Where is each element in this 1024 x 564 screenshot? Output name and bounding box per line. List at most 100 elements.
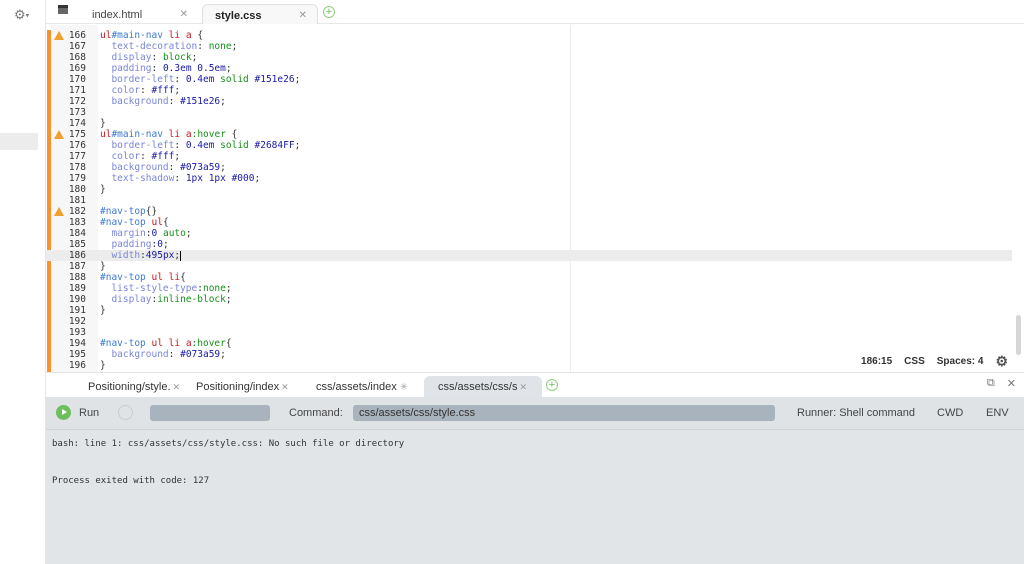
code-token: background	[111, 162, 169, 173]
status-bar: 186:15 CSS Spaces: 4 ⚙	[861, 353, 1008, 370]
code-token: ;	[254, 173, 261, 184]
tab-index-html[interactable]: index.html ✕	[80, 4, 198, 24]
code-token: ;	[185, 228, 192, 239]
line-number: 181	[68, 195, 86, 206]
code-token: :hover	[191, 338, 226, 349]
console-tab-active[interactable]: css/assets/css/s ✕	[424, 376, 542, 398]
maximize-icon[interactable]: ⧉	[987, 377, 995, 390]
line-text: }	[100, 261, 106, 272]
code-line[interactable]: 172 background: #151e26;	[46, 96, 1012, 107]
code-line[interactable]: 177 color: #fff;	[46, 151, 1012, 162]
language-mode[interactable]: CSS	[904, 356, 925, 367]
code-token: padding	[111, 239, 152, 250]
close-icon[interactable]: ✕	[519, 382, 527, 392]
code-token: ;	[174, 85, 181, 96]
code-line[interactable]: 181	[46, 195, 1012, 206]
code-token: ;	[220, 349, 226, 360]
code-line[interactable]: 185 padding:0;	[46, 239, 1012, 250]
close-icon[interactable]: ✕	[281, 382, 289, 392]
code-line[interactable]: 176 border-left: 0.4em solid #2684FF;	[46, 140, 1012, 151]
code-line[interactable]: 178 background: #073a59;	[46, 162, 1012, 173]
command-input[interactable]: css/assets/css/style.css	[353, 405, 775, 421]
line-text: width:495px;	[100, 250, 182, 261]
code-line[interactable]: 186 width:495px;	[46, 250, 1012, 261]
new-terminal-plus-icon[interactable]: +	[546, 379, 558, 391]
line-number: 175	[68, 129, 86, 140]
close-icon[interactable]: ✕	[180, 9, 188, 20]
cursor-position[interactable]: 186:15	[861, 356, 892, 367]
code-token: :	[151, 52, 163, 63]
new-tab-plus-icon[interactable]: +	[323, 6, 335, 18]
code-token: {}	[145, 206, 158, 217]
cwd-button[interactable]: CWD	[937, 407, 963, 419]
output-line: bash: line 1: css/assets/css/style.css: …	[52, 439, 405, 449]
line-text: background: #073a59;	[100, 349, 226, 360]
settings-gear-icon[interactable]: ⚙▾	[14, 7, 29, 23]
code-line[interactable]: 188 #nav-top ul li{	[46, 272, 1012, 283]
gear-icon[interactable]: ⚙	[995, 353, 1008, 370]
code-line[interactable]: 191}	[46, 305, 1012, 316]
code-token: :	[168, 96, 181, 107]
code-line[interactable]: 174}	[46, 118, 1012, 129]
code-lines[interactable]: 166 ul#main-nav li a {167 text-decoration…	[46, 30, 1012, 371]
tab-style-css[interactable]: style.css ✕	[202, 4, 318, 24]
code-token: solid	[220, 74, 249, 85]
code-line[interactable]: 189 list-style-type:none;	[46, 283, 1012, 294]
sidebar-selected-item[interactable]	[0, 133, 38, 150]
code-line[interactable]: 166 ul#main-nav li a {	[46, 30, 1012, 41]
code-line[interactable]: 170 border-left: 0.4em solid #151e26;	[46, 74, 1012, 85]
close-icon[interactable]: ✕	[299, 10, 307, 21]
code-token: }	[100, 184, 106, 195]
runner-select[interactable]: Runner: Shell command	[797, 407, 915, 419]
line-text: list-style-type:none;	[100, 283, 231, 294]
editor-scrollbar[interactable]	[1016, 315, 1021, 355]
code-token: :hover	[191, 129, 226, 140]
code-line[interactable]: 183 #nav-top ul{	[46, 217, 1012, 228]
code-token: ul	[100, 30, 112, 41]
terminal-output[interactable]: bash: line 1: css/assets/css/style.css: …	[46, 430, 1024, 564]
env-button[interactable]: ENV	[986, 407, 1009, 419]
run-button[interactable]: Run	[56, 405, 99, 420]
line-text: border-left: 0.4em solid #151e26;	[100, 74, 300, 85]
line-text: ul#main-nav li a {	[100, 30, 203, 41]
code-token: background	[111, 96, 169, 107]
console-tab[interactable]: Positioning/index ✕	[182, 376, 302, 398]
code-line[interactable]: 193	[46, 327, 1012, 338]
code-token: #fff	[151, 85, 175, 96]
line-number: 179	[68, 173, 86, 184]
code-line[interactable]: 169 padding: 0.3em 0.5em;	[46, 63, 1012, 74]
line-number: 174	[68, 118, 86, 129]
console-tab[interactable]: Positioning/style. ✕	[74, 376, 192, 398]
line-text: background: #073a59;	[100, 162, 225, 173]
restart-icon[interactable]	[118, 405, 133, 420]
line-text: padding:0;	[100, 239, 169, 250]
code-line[interactable]: 184 margin:0 auto;	[46, 228, 1012, 239]
code-line[interactable]: 171 color: #fff;	[46, 85, 1012, 96]
console-tab[interactable]: css/assets/index ✳	[302, 376, 422, 398]
code-line[interactable]: 182 #nav-top{}	[46, 206, 1012, 217]
code-token: 0.3em 0.5em	[162, 63, 226, 74]
indent-setting[interactable]: Spaces: 4	[937, 356, 984, 367]
code-line[interactable]: 187}	[46, 261, 1012, 272]
code-line[interactable]: 167 text-decoration: none;	[46, 41, 1012, 52]
code-line[interactable]: 180}	[46, 184, 1012, 195]
close-icon[interactable]: ✕	[173, 382, 181, 392]
code-line[interactable]: 192	[46, 316, 1012, 327]
code-line[interactable]: 179 text-shadow: 1px 1px #000;	[46, 173, 1012, 184]
code-token: #151e26	[180, 96, 221, 107]
code-line[interactable]: 173	[46, 107, 1012, 118]
close-panel-icon[interactable]: ✕	[1007, 377, 1016, 390]
code-line[interactable]: 194 #nav-top ul li a:hover{	[46, 338, 1012, 349]
line-text: #nav-top{}	[100, 206, 157, 217]
run-name-input[interactable]	[150, 405, 270, 421]
code-editor[interactable]: 166 ul#main-nav li a {167 text-decoration…	[46, 25, 1024, 372]
line-number: 168	[68, 52, 86, 63]
code-token: ;	[162, 239, 169, 250]
code-line[interactable]: 190 display:inline-block;	[46, 294, 1012, 305]
code-line[interactable]: 168 display: block;	[46, 52, 1012, 63]
tab-list-icon[interactable]	[58, 5, 68, 14]
code-line[interactable]: 175 ul#main-nav li a:hover {	[46, 129, 1012, 140]
